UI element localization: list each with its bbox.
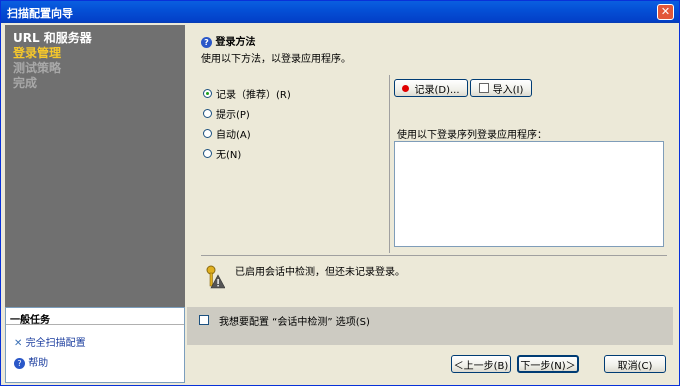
general-tasks-header: 一般任务 (6, 308, 184, 326)
help-icon: ? (14, 357, 25, 369)
radio-selected-icon[interactable] (203, 88, 212, 98)
record-button-label: 记录(D)... (414, 84, 460, 96)
help-link[interactable]: ? 帮助 (14, 354, 48, 369)
section-title: 登录方法 (215, 37, 256, 48)
radio-none[interactable]: 无(N) (203, 143, 291, 163)
radio-prompt-label: 提示(P) (216, 109, 250, 121)
main-content: ? 登录方法 使用以下方法，以登录应用程序。 记录（推荐）(R) 提示(P) 自… (187, 25, 677, 383)
record-icon (402, 84, 410, 92)
login-method-group: 记录（推荐）(R) 提示(P) 自动(A) 无(N) (203, 83, 291, 163)
step-complete: 完成 (13, 76, 38, 90)
wizard-steps: URL 和服务器 登录管理 测试策略 完成 (13, 31, 92, 91)
session-detection-note: 已启用会话中检测，但还未记录登录。 (235, 267, 405, 278)
import-button-label: 导入(I) (492, 84, 524, 96)
back-button[interactable]: ＜上一步(B) (451, 355, 511, 373)
radio-record-label: 记录（推荐）(R) (216, 89, 291, 101)
login-sequence-list[interactable] (394, 141, 664, 247)
full-scan-config-label: 完全扫描配置 (25, 338, 86, 349)
help-icon[interactable]: ? (201, 36, 212, 48)
record-button[interactable]: 记录(D)... (394, 79, 468, 97)
wizard-window: 扫描配置向导 ✕ URL 和服务器 登录管理 测试策略 完成 一般任务 ✕ 完全… (0, 0, 680, 386)
radio-record[interactable]: 记录（推荐）(R) (203, 83, 291, 103)
next-button[interactable]: 下一步(N)＞ (517, 355, 579, 373)
radio-automatic[interactable]: 自动(A) (203, 123, 291, 143)
general-tasks-panel: 一般任务 ✕ 完全扫描配置 ? 帮助 (5, 307, 185, 383)
section-heading: ? 登录方法 (201, 33, 255, 48)
radio-prompt[interactable]: 提示(P) (203, 103, 291, 123)
radio-icon[interactable] (203, 148, 212, 158)
vertical-divider (389, 75, 390, 253)
radio-icon[interactable] (203, 108, 212, 118)
help-label: 帮助 (28, 358, 49, 369)
step-login-management[interactable]: 登录管理 (13, 46, 92, 61)
key-warning-icon (206, 265, 225, 289)
tools-icon: ✕ (14, 338, 23, 349)
login-sequence-label: 使用以下登录序列登录应用程序： (397, 130, 547, 141)
full-scan-config-link[interactable]: ✕ 完全扫描配置 (14, 334, 86, 349)
import-button[interactable]: 导入(I) (470, 79, 532, 97)
step-url-servers[interactable]: URL 和服务器 (13, 31, 92, 46)
cancel-button[interactable]: 取消(C) (604, 355, 666, 373)
horizontal-divider (201, 255, 667, 256)
radio-icon[interactable] (203, 128, 212, 138)
import-icon (478, 83, 489, 93)
window-title: 扫描配置向导 (7, 7, 73, 20)
session-detection-checkbox[interactable] (199, 315, 209, 325)
title-bar: 扫描配置向导 ✕ (1, 1, 679, 23)
radio-none-label: 无(N) (216, 149, 242, 161)
radio-automatic-label: 自动(A) (216, 129, 251, 141)
options-bar: 我想要配置 “会话中检测” 选项(S) (187, 307, 673, 345)
section-description: 使用以下方法，以登录应用程序。 (201, 54, 351, 65)
session-detection-checkbox-label[interactable]: 我想要配置 “会话中检测” 选项(S) (219, 313, 370, 328)
step-test-policy: 测试策略 (13, 61, 62, 75)
close-button[interactable]: ✕ (657, 4, 674, 20)
